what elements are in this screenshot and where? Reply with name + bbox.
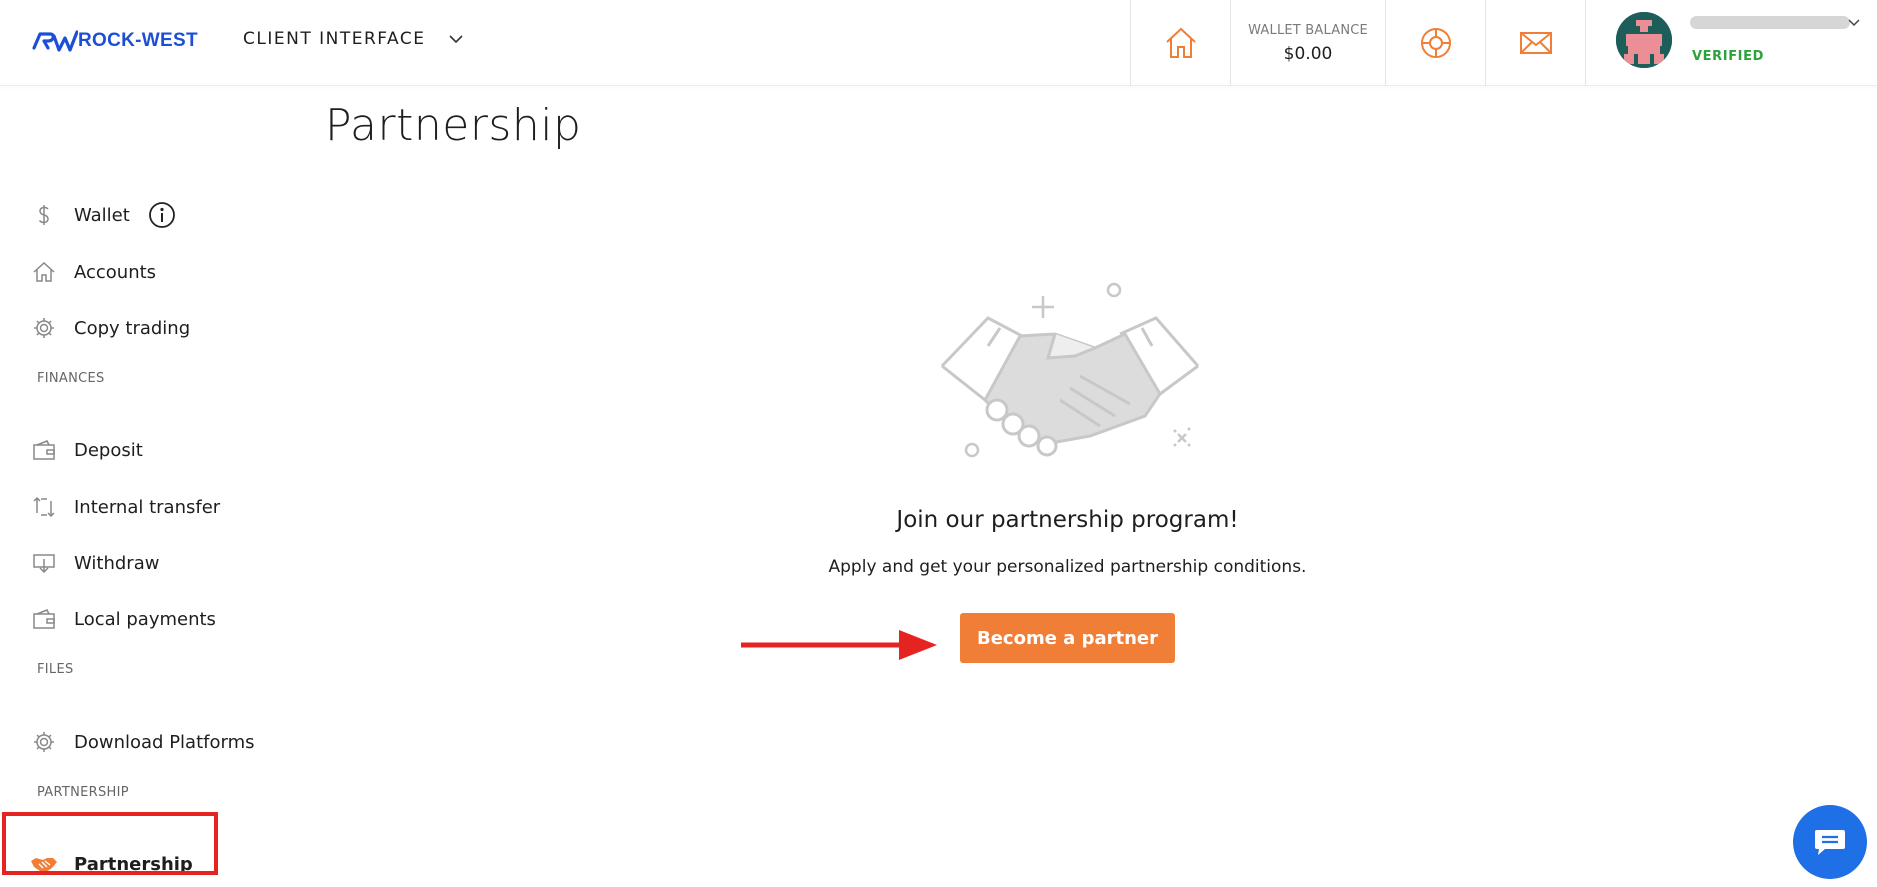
user-name-redacted bbox=[1690, 16, 1850, 29]
home-icon bbox=[30, 258, 58, 286]
wallet-icon bbox=[30, 436, 58, 464]
sidebar-item-accounts[interactable]: Accounts bbox=[30, 252, 156, 292]
sidebar-item-download-platforms[interactable]: Download Platforms bbox=[30, 722, 254, 762]
dollar-icon bbox=[30, 201, 58, 229]
client-interface-dropdown[interactable]: CLIENT INTERFACE bbox=[243, 26, 465, 52]
sidebar-item-label: Wallet bbox=[74, 204, 130, 226]
avatar[interactable] bbox=[1616, 12, 1672, 68]
info-icon[interactable] bbox=[148, 201, 176, 229]
partnership-subline: Apply and get your personalized partners… bbox=[828, 557, 1307, 577]
chevron-down-icon bbox=[449, 35, 464, 44]
transfer-icon bbox=[30, 493, 58, 521]
sidebar-item-copy-trading[interactable]: Copy trading bbox=[30, 308, 190, 348]
wallet-balance-label: WALLET BALANCE bbox=[1248, 22, 1368, 38]
client-interface-label: CLIENT INTERFACE bbox=[243, 29, 426, 49]
sidebar: Wallet Accounts Copy trading FINANCES De… bbox=[0, 86, 300, 887]
top-header: ROCK-WEST CLIENT INTERFACE WALLET BALANC… bbox=[0, 0, 1877, 86]
highlight-box bbox=[2, 812, 218, 875]
chat-widget-button[interactable] bbox=[1793, 805, 1867, 879]
withdraw-icon bbox=[30, 549, 58, 577]
sidebar-item-deposit[interactable]: Deposit bbox=[30, 430, 143, 470]
mail-icon bbox=[1519, 32, 1552, 54]
sidebar-item-wallet[interactable]: Wallet bbox=[30, 195, 176, 235]
sidebar-item-label: Internal transfer bbox=[74, 496, 221, 518]
sidebar-item-withdraw[interactable]: Withdraw bbox=[30, 543, 159, 583]
home-button[interactable] bbox=[1130, 0, 1230, 86]
logo-text: ROCK-WEST bbox=[78, 30, 198, 51]
avatar-pattern-icon bbox=[1616, 12, 1672, 68]
gear-icon bbox=[30, 728, 58, 756]
sidebar-item-label: Download Platforms bbox=[74, 731, 255, 753]
lifebuoy-icon bbox=[1420, 28, 1451, 58]
support-button[interactable] bbox=[1385, 0, 1485, 86]
section-label-partnership: PARTNERSHIP bbox=[37, 785, 129, 800]
section-label-finances: FINANCES bbox=[37, 371, 105, 386]
gear-icon bbox=[30, 314, 58, 342]
user-menu[interactable]: VERIFIED bbox=[1585, 0, 1877, 86]
red-arrow-icon bbox=[741, 630, 937, 660]
chevron-down-icon[interactable] bbox=[1846, 14, 1862, 30]
chat-icon bbox=[1815, 830, 1845, 855]
rockwest-logo-icon bbox=[32, 30, 78, 52]
home-icon bbox=[1165, 27, 1196, 58]
page-title: Partnership bbox=[325, 100, 582, 151]
wallet-balance: WALLET BALANCE $0.00 bbox=[1230, 0, 1385, 86]
sidebar-item-label: Deposit bbox=[74, 439, 143, 461]
messages-button[interactable] bbox=[1485, 0, 1585, 86]
sidebar-item-label: Withdraw bbox=[74, 552, 160, 574]
sidebar-item-label: Copy trading bbox=[74, 317, 191, 339]
brand-logo[interactable]: ROCK-WEST bbox=[32, 26, 198, 56]
sidebar-item-internal-transfer[interactable]: Internal transfer bbox=[30, 487, 220, 527]
become-partner-button[interactable]: Become a partner bbox=[960, 613, 1175, 663]
wallet-balance-value: $0.00 bbox=[1283, 43, 1333, 64]
handshake-illustration-icon bbox=[940, 282, 1200, 458]
section-label-files: FILES bbox=[37, 662, 74, 677]
sidebar-item-label: Accounts bbox=[74, 261, 157, 283]
sidebar-item-label: Local payments bbox=[74, 608, 216, 630]
wallet-icon bbox=[30, 605, 58, 633]
partnership-headline: Join our partnership program! bbox=[896, 507, 1239, 533]
sidebar-item-local-payments[interactable]: Local payments bbox=[30, 599, 216, 639]
verified-status: VERIFIED bbox=[1692, 49, 1764, 64]
